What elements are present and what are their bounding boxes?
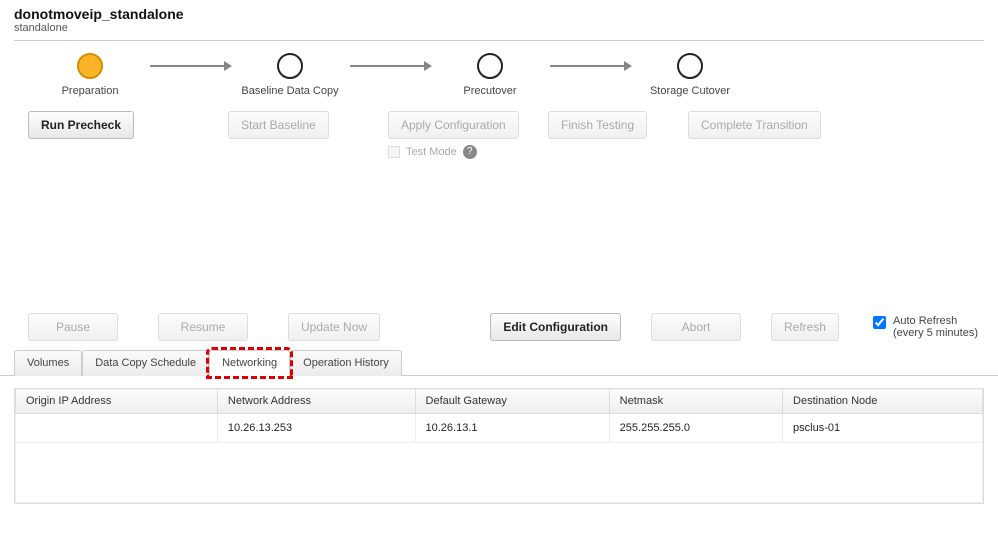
page-header: donotmoveip_standalone standalone	[0, 0, 998, 40]
step-preparation: Preparation	[30, 53, 150, 97]
step-label: Precutover	[463, 85, 516, 97]
step-label: Baseline Data Copy	[241, 85, 338, 97]
workflow-steps: Preparation Baseline Data Copy Precutove…	[0, 41, 998, 103]
update-now-button: Update Now	[288, 313, 380, 341]
pause-button: Pause	[28, 313, 118, 341]
cell-network-address: 10.26.13.253	[217, 414, 415, 443]
refresh-button: Refresh	[771, 313, 839, 341]
tab-bar: Volumes Data Copy Schedule Networking Op…	[0, 349, 998, 376]
complete-transition-button: Complete Transition	[688, 111, 821, 139]
page-subtitle: standalone	[14, 22, 984, 38]
tab-operation-history[interactable]: Operation History	[290, 350, 402, 376]
step-precutover: Precutover	[430, 53, 550, 97]
step-label: Storage Cutover	[650, 85, 730, 97]
help-icon[interactable]: ?	[463, 145, 477, 159]
tab-volumes[interactable]: Volumes	[14, 350, 82, 376]
step-label: Preparation	[62, 85, 119, 97]
step-circle-icon	[277, 53, 303, 79]
networking-table: Origin IP Address Network Address Defaul…	[14, 388, 984, 504]
col-default-gateway[interactable]: Default Gateway	[415, 389, 609, 414]
col-origin-ip[interactable]: Origin IP Address	[16, 389, 218, 414]
step-baseline: Baseline Data Copy	[230, 53, 350, 97]
resume-button: Resume	[158, 313, 248, 341]
test-mode-label: Test Mode	[406, 146, 457, 158]
test-mode-checkbox	[388, 146, 400, 158]
step-circle-icon	[77, 53, 103, 79]
test-mode-row: Test Mode ?	[388, 145, 548, 159]
cell-netmask: 255.255.255.0	[609, 414, 782, 443]
abort-button: Abort	[651, 313, 741, 341]
edit-configuration-button[interactable]: Edit Configuration	[490, 313, 621, 341]
start-baseline-button: Start Baseline	[228, 111, 329, 139]
tab-data-copy-schedule[interactable]: Data Copy Schedule	[82, 350, 209, 376]
run-precheck-button[interactable]: Run Precheck	[28, 111, 134, 139]
apply-configuration-button: Apply Configuration	[388, 111, 519, 139]
page-title: donotmoveip_standalone	[14, 6, 984, 22]
step-action-row: Run Precheck Start Baseline Apply Config…	[0, 103, 998, 163]
col-network-address[interactable]: Network Address	[217, 389, 415, 414]
arrow-icon	[350, 65, 430, 67]
table-row	[16, 443, 983, 503]
auto-refresh-label: Auto Refresh	[893, 315, 957, 327]
table-row[interactable]: 10.26.13.253 10.26.13.1 255.255.255.0 ps…	[16, 414, 983, 443]
col-destination-node[interactable]: Destination Node	[783, 389, 983, 414]
cell-default-gateway: 10.26.13.1	[415, 414, 609, 443]
control-row: Pause Resume Update Now Edit Configurati…	[0, 313, 998, 349]
step-circle-icon	[677, 53, 703, 79]
tab-networking[interactable]: Networking	[209, 350, 290, 376]
auto-refresh-sub: (every 5 minutes)	[893, 327, 978, 339]
auto-refresh-toggle[interactable]: Auto Refresh (every 5 minutes)	[869, 315, 978, 339]
arrow-icon	[550, 65, 630, 67]
table-header-row: Origin IP Address Network Address Defaul…	[16, 389, 983, 414]
finish-testing-button: Finish Testing	[548, 111, 647, 139]
cell-origin-ip	[16, 414, 218, 443]
auto-refresh-checkbox[interactable]	[873, 316, 886, 329]
step-storage-cutover: Storage Cutover	[630, 53, 750, 97]
cell-destination-node: psclus-01	[783, 414, 983, 443]
arrow-icon	[150, 65, 230, 67]
step-circle-icon	[477, 53, 503, 79]
col-netmask[interactable]: Netmask	[609, 389, 782, 414]
